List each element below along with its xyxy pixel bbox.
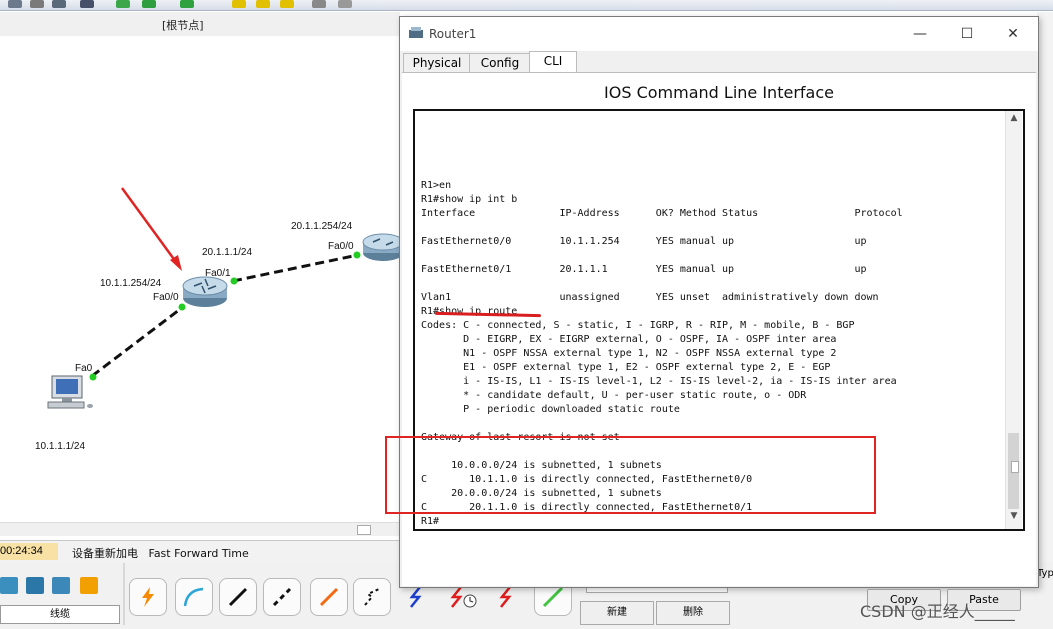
tab-config[interactable]: Config — [469, 53, 531, 72]
delete-scenario-button[interactable]: 删除 — [656, 601, 730, 625]
device-category-icons — [0, 573, 118, 601]
power-cycle-label[interactable]: 设备重新加电 — [72, 547, 138, 560]
router-app-icon — [409, 27, 423, 38]
logical-workspace[interactable]: 20.1.1.1/24 Fa0/1 10.1.1.254/24 Fa0/0 20… — [0, 36, 400, 526]
maximize-button[interactable]: ☐ — [952, 23, 982, 45]
pc-ip-label: 10.1.1.1/24 — [35, 441, 86, 452]
draw-icon[interactable] — [232, 0, 246, 8]
port-label: Fa0 — [75, 363, 93, 374]
scroll-down-icon[interactable]: ▼ — [1006, 511, 1022, 525]
palette-icon[interactable] — [312, 0, 326, 8]
status-bar: 00:24:34 设备重新加电 Fast Forward Time — [0, 540, 400, 564]
tab-cli[interactable]: CLI — [529, 51, 577, 74]
window-tabs: Physical Config CLI — [400, 51, 1038, 74]
scrollbar-thumb[interactable] — [1008, 433, 1019, 509]
category-name-label: 线缆 — [0, 605, 120, 624]
link-status-light — [178, 303, 186, 311]
link-status-light — [89, 373, 97, 381]
simulation-time: 00:24:34 — [0, 543, 58, 560]
check-icon[interactable] — [142, 0, 156, 8]
root-node-label[interactable]: [根节点] — [162, 17, 204, 33]
octal-cable-icon — [542, 586, 564, 608]
console-cable-tool[interactable] — [175, 578, 213, 616]
interface-ip-label: 20.1.1.1/24 — [202, 247, 253, 258]
auto-connection-tool[interactable] — [129, 578, 167, 616]
link-status-light — [230, 277, 238, 285]
fast-forward-time-label[interactable]: Fast Forward Time — [149, 547, 249, 560]
scrollbar-thumb[interactable] — [357, 525, 371, 535]
pdu-type-column-header: Typ — [1037, 568, 1053, 579]
lightning-icon — [142, 587, 154, 607]
print-icon[interactable] — [80, 0, 94, 8]
save-icon[interactable] — [52, 0, 66, 8]
interface-ip-label: 20.1.1.254/24 — [291, 221, 353, 232]
interface-ip-label: 10.1.1.254/24 — [100, 278, 162, 289]
topology-drawing — [47, 187, 400, 409]
crossover-cable-tool[interactable] — [263, 578, 301, 616]
pc-icon[interactable] — [47, 375, 93, 409]
background-panel — [1037, 12, 1053, 562]
workspace-horizontal-scrollbar[interactable] — [0, 522, 400, 536]
draw-icon[interactable] — [256, 0, 270, 8]
check-icon[interactable] — [180, 0, 194, 8]
console-cable-icon — [183, 587, 204, 607]
coaxial-cable-icon — [409, 586, 422, 608]
switch-category-icon[interactable] — [0, 577, 18, 594]
serial-dce-clock-icon — [450, 586, 477, 608]
phone-cable-icon — [364, 588, 380, 606]
window-title-bar[interactable]: Router1 — ☐ ✕ — [400, 17, 1038, 51]
logical-workspace-header: [根节点] — [0, 12, 400, 37]
phone-cable-tool[interactable] — [353, 578, 391, 616]
status-message: 设备重新加电 Fast Forward Time — [72, 545, 249, 561]
minimize-button[interactable]: — — [905, 23, 935, 45]
check-icon[interactable] — [116, 0, 130, 8]
router-icon[interactable] — [362, 233, 400, 261]
hub-category-icon[interactable] — [26, 577, 44, 594]
link-status-light — [353, 251, 361, 259]
terminal-scrollbar[interactable]: ▲ ▼ — [1005, 111, 1022, 529]
router-icon[interactable] — [182, 276, 228, 307]
cli-heading: IOS Command Line Interface — [604, 83, 834, 102]
draw-icon[interactable] — [280, 0, 294, 8]
connections-category-icon[interactable] — [80, 577, 98, 594]
link-router-router[interactable] — [232, 253, 359, 283]
annotation-arrow — [120, 187, 178, 263]
thumb-grip — [1011, 461, 1019, 473]
straight-cable-icon — [228, 587, 248, 607]
port-label: Fa0/0 — [328, 241, 354, 252]
wireless-category-icon[interactable] — [52, 577, 70, 594]
new-scenario-button[interactable]: 新建 — [580, 601, 654, 625]
custom-device-icon[interactable] — [338, 0, 352, 8]
new-file-icon[interactable] — [8, 0, 22, 8]
main-toolbar — [0, 0, 1053, 11]
fiber-cable-tool[interactable] — [310, 578, 348, 616]
port-label: Fa0/0 — [153, 292, 179, 303]
crossover-cable-icon — [272, 587, 292, 607]
open-file-icon[interactable] — [30, 0, 44, 8]
tab-physical[interactable]: Physical — [403, 53, 471, 72]
fiber-cable-icon — [319, 587, 339, 607]
straight-through-cable-tool[interactable] — [219, 578, 257, 616]
link-pc-router[interactable] — [91, 305, 184, 378]
scroll-up-icon[interactable]: ▲ — [1006, 113, 1022, 127]
annotation-highlight-box — [385, 436, 876, 514]
serial-dte-icon — [499, 586, 512, 608]
close-button[interactable]: ✕ — [998, 23, 1028, 45]
window-title: Router1 — [429, 27, 477, 41]
palette-divider — [123, 563, 125, 625]
csdn-watermark: CSDN @正经人_____ — [860, 602, 1015, 621]
port-label: Fa0/1 — [205, 268, 231, 279]
